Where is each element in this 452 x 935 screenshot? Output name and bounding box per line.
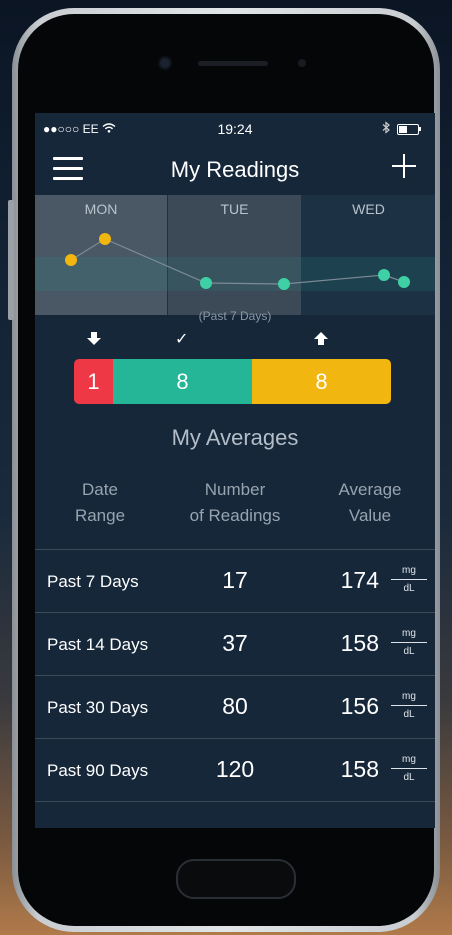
averages-title: My Averages xyxy=(171,425,299,450)
home-button[interactable] xyxy=(176,859,296,899)
unit-denominator: dL xyxy=(403,709,415,720)
row-average-value: 156 xyxy=(340,693,379,719)
status-time: 19:24 xyxy=(217,121,253,137)
high-readings-count[interactable]: 8 xyxy=(252,359,391,404)
header-value-line2: Value xyxy=(348,506,392,525)
row-reading-count: 120 xyxy=(215,756,255,782)
unit-mg-dl: mg dL xyxy=(391,690,427,721)
header-number-of-readings: Number of Readings xyxy=(170,477,300,529)
row-date-range: Past 90 Days xyxy=(47,761,149,780)
unit-denominator: dL xyxy=(403,772,415,783)
battery-fill xyxy=(399,126,407,133)
check-icon: ✓ xyxy=(175,331,189,348)
readings-trend-plot xyxy=(65,233,410,290)
plus-icon[interactable] xyxy=(391,153,417,179)
unit-denominator: dL xyxy=(403,646,415,657)
reading-distribution-bar[interactable]: 1 8 8 xyxy=(74,359,391,404)
table-row[interactable]: Past 30 Days 80 156 mg dL xyxy=(35,675,435,738)
row-average-value: 158 xyxy=(340,630,379,656)
arrow-up-icon xyxy=(314,332,328,351)
reading-point-high xyxy=(99,233,111,245)
unit-mg-dl: mg dL xyxy=(391,627,427,658)
row-average-value: 174 xyxy=(340,567,379,593)
nav-bar: My Readings xyxy=(35,147,435,195)
battery-icon xyxy=(397,124,419,135)
row-reading-count: 80 xyxy=(222,693,248,719)
header-value-line1: Average xyxy=(338,480,402,499)
earpiece-speaker xyxy=(198,61,268,66)
unit-mg-dl: mg dL xyxy=(391,753,427,784)
reading-point-normal xyxy=(378,269,390,281)
header-readings-line1: Number xyxy=(204,480,266,499)
row-reading-count: 37 xyxy=(222,630,248,656)
row-date-range: Past 7 Days xyxy=(47,572,139,591)
battery-tip xyxy=(419,127,421,131)
chart-caption: (Past 7 Days) xyxy=(198,309,272,323)
header-date-range-line2: Range xyxy=(74,506,126,525)
normal-readings-count[interactable]: 8 xyxy=(113,359,252,404)
front-camera xyxy=(160,58,170,68)
reading-point-normal xyxy=(200,277,212,289)
reading-point-normal xyxy=(278,278,290,290)
table-row[interactable]: Past 90 Days 120 158 mg dL xyxy=(35,738,435,802)
header-date-range: Date Range xyxy=(55,477,145,529)
volume-button xyxy=(8,200,14,320)
header-date-range-line1: Date xyxy=(82,480,118,499)
arrow-down-icon xyxy=(87,332,101,351)
row-reading-count: 17 xyxy=(222,567,248,593)
header-readings-line2: of Readings xyxy=(189,506,281,525)
unit-numerator: mg xyxy=(402,565,416,576)
app-screen: ●●○○○ EE 19:24 My Readings MON TUE WED (… xyxy=(35,113,435,828)
daily-readings-chart[interactable]: MON TUE WED (Past 7 Days) xyxy=(35,195,435,323)
row-date-range: Past 30 Days xyxy=(47,698,149,717)
header-average-value: Average Value xyxy=(320,477,420,529)
page-title: My Readings xyxy=(170,157,300,182)
unit-denominator: dL xyxy=(403,583,415,594)
status-bar: ●●○○○ EE 19:24 xyxy=(35,113,435,147)
row-average-value: 158 xyxy=(340,756,379,782)
unit-mg-dl: mg dL xyxy=(391,564,427,595)
averages-table: Past 7 Days 17 174 mg dL Past 14 Days 37 … xyxy=(35,549,435,802)
low-readings-count[interactable]: 1 xyxy=(74,359,113,404)
unit-numerator: mg xyxy=(402,754,416,765)
unit-numerator: mg xyxy=(402,691,416,702)
unit-numerator: mg xyxy=(402,628,416,639)
reading-point-high xyxy=(65,254,77,266)
proximity-sensor xyxy=(298,59,306,67)
table-row[interactable]: Past 7 Days 17 174 mg dL xyxy=(35,549,435,612)
reading-point-normal xyxy=(398,276,410,288)
range-icons: ✓ xyxy=(35,329,435,349)
table-row[interactable]: Past 14 Days 37 158 mg dL xyxy=(35,612,435,675)
row-date-range: Past 14 Days xyxy=(47,635,149,654)
trend-line xyxy=(70,238,405,285)
bluetooth-icon xyxy=(381,121,391,137)
hamburger-menu-icon[interactable] xyxy=(53,155,83,181)
